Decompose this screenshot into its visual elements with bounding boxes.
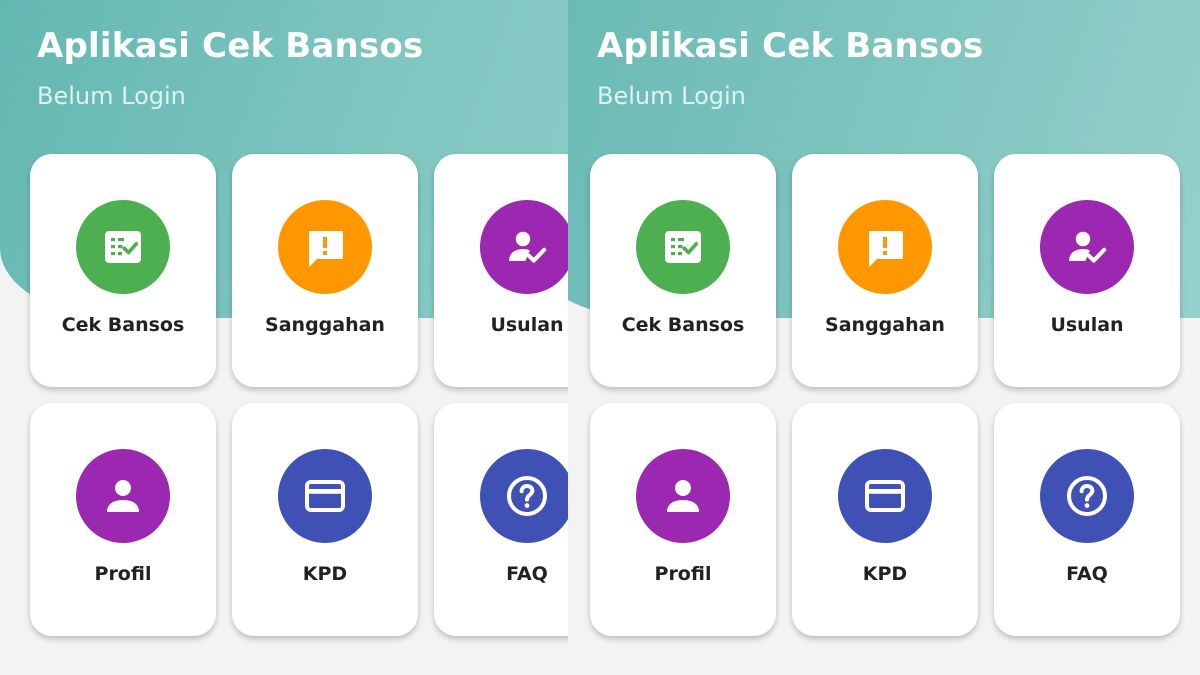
login-status: Belum Login	[37, 82, 186, 110]
menu-label-cek-bansos: Cek Bansos	[621, 314, 745, 336]
menu-label-profil: Profil	[94, 563, 152, 585]
person-icon	[76, 449, 170, 543]
menu-label-faq: FAQ	[506, 563, 548, 585]
feedback-alert-icon	[278, 200, 372, 294]
menu-card-sanggahan[interactable]: Sanggahan	[792, 154, 978, 387]
checklist-icon	[76, 200, 170, 294]
menu-card-usulan[interactable]: Usulan	[994, 154, 1180, 387]
person-icon	[636, 449, 730, 543]
menu-card-faq[interactable]: FAQ	[994, 403, 1180, 636]
screen-right: Aplikasi Cek Bansos Belum Login Cek Bans…	[568, 0, 1200, 675]
menu-card-sanggahan[interactable]: Sanggahan	[232, 154, 418, 387]
menu-label-sanggahan: Sanggahan	[265, 314, 385, 336]
app-title: Aplikasi Cek Bansos	[597, 26, 984, 66]
menu-label-usulan: Usulan	[1050, 314, 1124, 336]
app-title: Aplikasi Cek Bansos	[37, 26, 424, 66]
checklist-icon	[636, 200, 730, 294]
menu-label-kpd: KPD	[862, 563, 908, 585]
menu-card-kpd[interactable]: KPD	[792, 403, 978, 636]
screen-left: Aplikasi Cek Bansos Belum Login Cek Bans…	[0, 0, 568, 675]
menu-card-faq[interactable]: FAQ	[434, 403, 568, 636]
menu-label-faq: FAQ	[1066, 563, 1108, 585]
menu-label-sanggahan: Sanggahan	[825, 314, 945, 336]
menu-card-profil[interactable]: Profil	[590, 403, 776, 636]
menu-label-cek-bansos: Cek Bansos	[61, 314, 185, 336]
menu-label-profil: Profil	[654, 563, 712, 585]
person-check-icon	[1040, 200, 1134, 294]
credit-card-icon	[278, 449, 372, 543]
menu-card-profil[interactable]: Profil	[30, 403, 216, 636]
menu-card-usulan[interactable]: Usulan	[434, 154, 568, 387]
menu-card-cek-bansos[interactable]: Cek Bansos	[30, 154, 216, 387]
feedback-alert-icon	[838, 200, 932, 294]
menu-label-usulan: Usulan	[490, 314, 564, 336]
credit-card-icon	[838, 449, 932, 543]
menu-card-kpd[interactable]: KPD	[232, 403, 418, 636]
menu-card-cek-bansos[interactable]: Cek Bansos	[590, 154, 776, 387]
login-status: Belum Login	[597, 82, 746, 110]
help-icon	[480, 449, 568, 543]
menu-label-kpd: KPD	[302, 563, 348, 585]
person-check-icon	[480, 200, 568, 294]
help-icon	[1040, 449, 1134, 543]
